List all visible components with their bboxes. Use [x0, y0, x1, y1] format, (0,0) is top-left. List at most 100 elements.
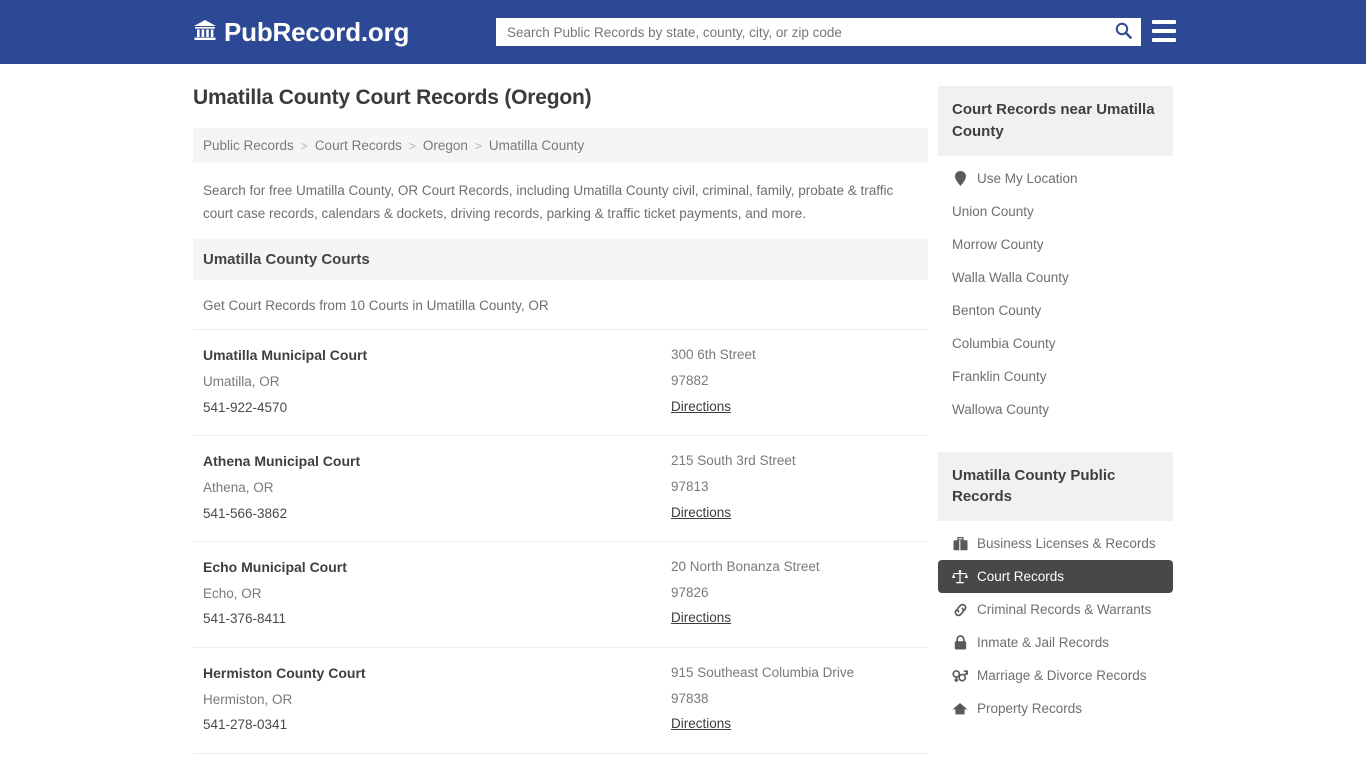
court-name[interactable]: Umatilla Municipal Court: [203, 342, 671, 369]
search-button[interactable]: [1106, 19, 1140, 45]
chain-link-icon: [952, 603, 968, 617]
breadcrumb-item-umatilla-county[interactable]: Umatilla County: [489, 138, 584, 153]
sidebar-item-label: Morrow County: [952, 237, 1044, 252]
breadcrumb-item-oregon[interactable]: Oregon: [423, 138, 468, 153]
chevron-right-icon: >: [409, 139, 416, 153]
site-header: PubRecord.org: [0, 0, 1366, 64]
sidebar-item-union-county[interactable]: Union County: [938, 195, 1173, 228]
sidebar-item-label: Business Licenses & Records: [977, 536, 1156, 551]
court-city: Hermiston, OR: [203, 687, 671, 713]
sidebar-item-label: Inmate & Jail Records: [977, 635, 1109, 650]
court-details: Hermiston County Court Hermiston, OR 541…: [203, 660, 671, 738]
balance-scale-icon: [952, 570, 968, 584]
court-address-block: 20 North Bonanza Street 97826 Directions: [671, 554, 918, 632]
directions-link[interactable]: Directions: [671, 394, 731, 420]
sidebar-item-columbia-county[interactable]: Columbia County: [938, 327, 1173, 360]
court-zip: 97838: [671, 686, 918, 712]
table-row[interactable]: Hermiston County Court Hermiston, OR 541…: [193, 647, 928, 753]
table-row[interactable]: Hermiston Municipal Court Hermiston, OR …: [193, 753, 928, 768]
site-logo[interactable]: PubRecord.org: [193, 17, 409, 48]
public-records-panel-heading: Umatilla County Public Records: [938, 452, 1173, 522]
court-zip: 97813: [671, 474, 918, 500]
padlock-icon: [952, 635, 968, 650]
court-zip: 97826: [671, 580, 918, 606]
directions-link[interactable]: Directions: [671, 711, 731, 737]
breadcrumb: Public Records > Court Records > Oregon …: [193, 128, 928, 163]
court-address: 20 North Bonanza Street: [671, 554, 918, 580]
court-details: Echo Municipal Court Echo, OR 541-376-84…: [203, 554, 671, 632]
venus-mars-icon: [952, 669, 968, 683]
sidebar-item-franklin-county[interactable]: Franklin County: [938, 360, 1173, 393]
court-name[interactable]: Hermiston County Court: [203, 660, 671, 687]
sidebar-item-label: Court Records: [977, 569, 1064, 584]
sidebar-item-use-my-location[interactable]: Use My Location: [938, 162, 1173, 195]
court-phone[interactable]: 541-278-0341: [203, 712, 671, 738]
table-row[interactable]: Echo Municipal Court Echo, OR 541-376-84…: [193, 541, 928, 647]
sidebar-item-label: Marriage & Divorce Records: [977, 668, 1147, 683]
courts-section-subheading: Get Court Records from 10 Courts in Umat…: [193, 280, 928, 329]
court-phone[interactable]: 541-566-3862: [203, 501, 671, 527]
sidebar-item-inmate-jail-records[interactable]: Inmate & Jail Records: [938, 626, 1173, 659]
sidebar-item-label: Franklin County: [952, 369, 1047, 384]
court-address: 300 6th Street: [671, 342, 918, 368]
sidebar-item-label: Walla Walla County: [952, 270, 1069, 285]
public-records-list: Business Licenses & Records Court: [938, 521, 1173, 735]
chevron-right-icon: >: [475, 139, 482, 153]
bank-building-icon: [193, 19, 217, 46]
nearby-panel-heading: Court Records near Umatilla County: [938, 86, 1173, 156]
hamburger-bar: [1152, 20, 1176, 24]
house-icon: [952, 702, 968, 715]
court-address-block: 915 Southeast Columbia Drive 97838 Direc…: [671, 660, 918, 738]
court-city: Echo, OR: [203, 581, 671, 607]
directions-link[interactable]: Directions: [671, 605, 731, 631]
court-address-block: 215 South 3rd Street 97813 Directions: [671, 448, 918, 526]
court-name[interactable]: Echo Municipal Court: [203, 554, 671, 581]
sidebar-item-business-licenses[interactable]: Business Licenses & Records: [938, 527, 1173, 560]
court-phone[interactable]: 541-376-8411: [203, 606, 671, 632]
briefcase-icon: [952, 537, 968, 551]
sidebar-item-label: Property Records: [977, 701, 1082, 716]
search-bar: [496, 18, 1141, 46]
sidebar: Court Records near Umatilla County Use M…: [938, 86, 1173, 768]
search-icon: [1115, 22, 1132, 42]
sidebar-item-marriage-divorce-records[interactable]: Marriage & Divorce Records: [938, 659, 1173, 692]
page-description: Search for free Umatilla County, OR Cour…: [193, 163, 928, 239]
sidebar-item-walla-walla-county[interactable]: Walla Walla County: [938, 261, 1173, 294]
table-row[interactable]: Athena Municipal Court Athena, OR 541-56…: [193, 435, 928, 541]
page-body: Umatilla County Court Records (Oregon) P…: [0, 64, 1366, 768]
court-address-block: 300 6th Street 97882 Directions: [671, 342, 918, 420]
hamburger-bar: [1152, 29, 1176, 33]
hamburger-menu-icon[interactable]: [1152, 20, 1176, 42]
court-city: Umatilla, OR: [203, 369, 671, 395]
main-content: Umatilla County Court Records (Oregon) P…: [193, 86, 928, 768]
sidebar-item-label: Use My Location: [977, 171, 1078, 186]
sidebar-item-morrow-county[interactable]: Morrow County: [938, 228, 1173, 261]
court-zip: 97882: [671, 368, 918, 394]
table-row[interactable]: Umatilla Municipal Court Umatilla, OR 54…: [193, 329, 928, 435]
sidebar-item-court-records[interactable]: Court Records: [938, 560, 1173, 593]
sidebar-item-label: Wallowa County: [952, 402, 1049, 417]
court-name[interactable]: Athena Municipal Court: [203, 448, 671, 475]
site-logo-text: PubRecord.org: [224, 17, 409, 48]
breadcrumb-item-court-records[interactable]: Court Records: [315, 138, 402, 153]
court-phone[interactable]: 541-922-4570: [203, 395, 671, 421]
sidebar-item-wallowa-county[interactable]: Wallowa County: [938, 393, 1173, 426]
sidebar-item-label: Columbia County: [952, 336, 1056, 351]
map-pin-icon: [952, 171, 968, 186]
court-address: 215 South 3rd Street: [671, 448, 918, 474]
sidebar-item-benton-county[interactable]: Benton County: [938, 294, 1173, 327]
sidebar-item-label: Criminal Records & Warrants: [977, 602, 1151, 617]
directions-link[interactable]: Directions: [671, 500, 731, 526]
search-input[interactable]: [497, 19, 1106, 45]
court-details: Umatilla Municipal Court Umatilla, OR 54…: [203, 342, 671, 420]
sidebar-item-criminal-records[interactable]: Criminal Records & Warrants: [938, 593, 1173, 626]
court-details: Athena Municipal Court Athena, OR 541-56…: [203, 448, 671, 526]
breadcrumb-item-public-records[interactable]: Public Records: [203, 138, 294, 153]
hamburger-bar: [1152, 38, 1176, 42]
page-title: Umatilla County Court Records (Oregon): [193, 86, 928, 110]
court-address: 915 Southeast Columbia Drive: [671, 660, 918, 686]
sidebar-item-label: Benton County: [952, 303, 1041, 318]
sidebar-item-property-records[interactable]: Property Records: [938, 692, 1173, 725]
nearby-counties-list: Use My Location Union County Morrow Coun…: [938, 156, 1173, 436]
courts-section-heading: Umatilla County Courts: [193, 239, 928, 280]
